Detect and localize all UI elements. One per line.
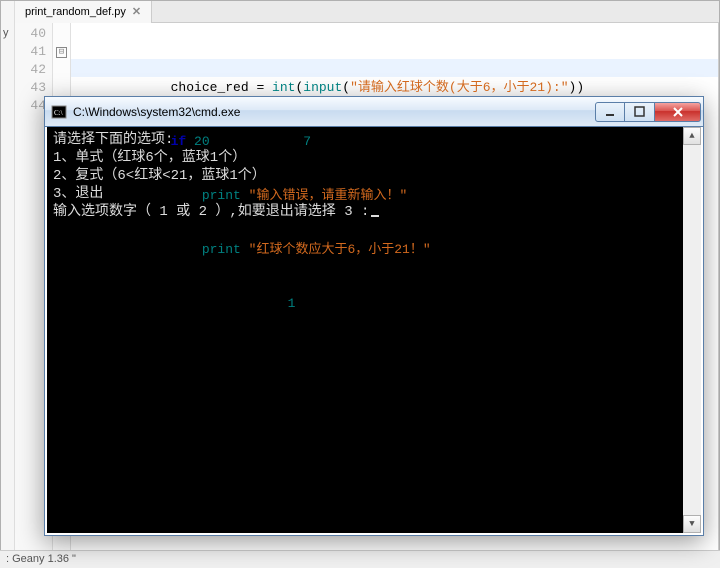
line-number: 41 bbox=[15, 43, 46, 61]
cmd-window: C:\ C:\Windows\system32\cmd.exe 请选择下面的选项… bbox=[44, 96, 704, 536]
close-tab-icon[interactable]: ✕ bbox=[132, 5, 141, 18]
minimize-button[interactable] bbox=[595, 102, 625, 122]
cmd-app-icon: C:\ bbox=[51, 104, 67, 120]
svg-text:C:\: C:\ bbox=[54, 109, 63, 117]
window-buttons bbox=[595, 102, 701, 122]
statusbar-text: : Geany 1.36 " bbox=[6, 553, 76, 565]
line-number: 44 bbox=[15, 97, 46, 115]
editor-tab[interactable]: print_random_def.py ✕ bbox=[15, 1, 152, 23]
fold-toggle-icon[interactable]: ⊟ bbox=[56, 47, 67, 58]
line-number: 43 bbox=[15, 79, 46, 97]
maximize-button[interactable] bbox=[625, 102, 655, 122]
cmd-titlebar[interactable]: C:\ C:\Windows\system32\cmd.exe bbox=[45, 97, 703, 127]
ide-statusbar: : Geany 1.36 " bbox=[0, 550, 720, 568]
cmd-line: 输入选项数字（ 1 或 2 ）,如要退出请选择 3 : bbox=[53, 204, 369, 220]
scroll-down-button[interactable]: ▼ bbox=[683, 515, 701, 533]
ide-side-gutter: y bbox=[1, 1, 15, 567]
cmd-title-text: C:\Windows\system32\cmd.exe bbox=[73, 105, 595, 119]
editor-tab-label: print_random_def.py bbox=[25, 6, 126, 18]
editor-tabbar: print_random_def.py ✕ bbox=[15, 1, 719, 23]
current-line-highlight bbox=[71, 59, 718, 77]
cmd-line: 1、单式（红球6个，蓝球1个） bbox=[53, 150, 246, 166]
close-button[interactable] bbox=[655, 102, 701, 122]
cmd-cursor bbox=[371, 215, 379, 217]
side-tab[interactable]: y bbox=[3, 27, 9, 39]
line-number: 40 bbox=[15, 25, 46, 43]
line-number: 42 bbox=[15, 61, 46, 79]
cmd-line: 2、复式（6<红球<21，蓝球1个） bbox=[53, 168, 266, 184]
